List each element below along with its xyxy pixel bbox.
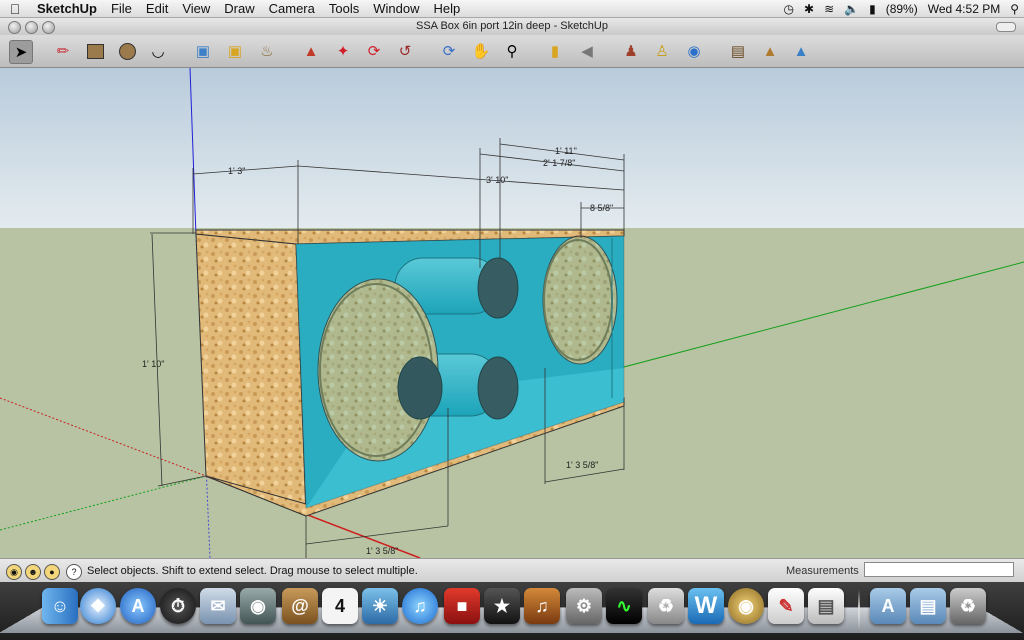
apple-menu-icon[interactable]:  (0, 1, 30, 17)
dim-bottom-right[interactable]: 1' 3 5/8" (566, 460, 598, 470)
itunes-icon[interactable]: ♫ (402, 588, 438, 624)
move-tool-icon[interactable]: ✦ (332, 40, 354, 62)
menu-file[interactable]: File (104, 0, 139, 17)
status-message: Select objects. Shift to extend select. … (87, 565, 418, 577)
measurements-input[interactable] (864, 562, 1014, 577)
orbit-tool-icon[interactable]: ⟳ (438, 40, 460, 62)
applications-folder-icon[interactable]: A (870, 588, 906, 624)
preview-icon[interactable]: ▤ (808, 588, 844, 624)
toolbar-toggle-button[interactable] (996, 22, 1016, 32)
mail-icon[interactable]: ✉ (200, 588, 236, 624)
menu-app-name[interactable]: SketchUp (30, 0, 104, 17)
finder-icon[interactable]: ☺ (42, 588, 78, 624)
main-toolbar: ➤ ✏ ◡ ▣ ▣ ♨ ▲ ✦ ⟳ ↺ ⟳ ✋ ⚲ ▮ ◀ ♟ ♙ ◉ ▤ ▲ … (0, 35, 1024, 68)
menu-extras: ◷ ✱ ≋ 🔈 ▮ (89%) Wed 4:52 PM ⚲ (779, 0, 1024, 17)
pan-tool-icon[interactable]: ✋ (470, 40, 492, 62)
dock-separator (858, 590, 860, 630)
dvd-player-icon[interactable]: ◉ (728, 588, 764, 624)
dim-right-a[interactable]: 1' 11" (555, 146, 577, 156)
dim-bottom-left[interactable]: 1' 3 5/8" (366, 546, 398, 556)
activity-monitor-icon[interactable]: ∿ (606, 588, 642, 624)
position-camera-tool-icon[interactable]: ♟ (620, 40, 642, 62)
iphoto-icon[interactable]: ☀ (362, 588, 398, 624)
clock[interactable]: Wed 4:52 PM (923, 2, 1005, 16)
user-icon[interactable]: ● (44, 564, 60, 580)
documents-folder-icon[interactable]: ▤ (910, 588, 946, 624)
imovie-icon[interactable]: ★ (484, 588, 520, 624)
eraser-tool-icon[interactable]: ▣ (192, 40, 214, 62)
menu-view[interactable]: View (175, 0, 217, 17)
dim-right-b[interactable]: 2' 1 7/8" (543, 158, 575, 168)
circle-tool-icon[interactable] (116, 40, 138, 62)
bluetooth-icon[interactable]: ✱ (799, 2, 819, 16)
help-icon[interactable]: ? (66, 564, 82, 580)
scene-svg (0, 68, 1024, 558)
menu-camera[interactable]: Camera (262, 0, 322, 17)
tape-measure-tool-icon[interactable]: ▣ (224, 40, 246, 62)
walk-tool-icon[interactable]: ♙ (651, 40, 673, 62)
dim-depth-top[interactable]: 1' 3" (228, 166, 245, 176)
zoom-tool-icon[interactable]: ⚲ (501, 40, 523, 62)
select-tool-icon[interactable]: ➤ (9, 40, 33, 64)
credits-icon[interactable]: ☻ (25, 564, 41, 580)
sky-background (0, 68, 1024, 228)
arc-tool-icon[interactable]: ◡ (147, 40, 169, 62)
share-model-tool-icon[interactable]: ▲ (790, 40, 812, 62)
modeling-viewport[interactable]: 1' 3" 3' 10" 1' 11" 2' 1 7/8" 8 5/8" 1' … (0, 68, 1024, 558)
system-preferences-icon[interactable]: ⚙ (566, 588, 602, 624)
volume-icon[interactable]: 🔈 (839, 2, 864, 16)
dashboard-icon[interactable]: ⏱ (160, 588, 196, 624)
word-icon[interactable]: W (688, 588, 724, 624)
menu-tools[interactable]: Tools (322, 0, 366, 17)
offset-tool-icon[interactable]: ↺ (394, 40, 416, 62)
dim-right-c[interactable]: 8 5/8" (590, 203, 613, 213)
ical-icon[interactable]: 4 (322, 588, 358, 624)
components-tool-icon[interactable]: ▤ (727, 40, 749, 62)
time-machine-icon[interactable]: ◷ (779, 2, 799, 16)
battery-percent[interactable]: (89%) (881, 2, 923, 16)
address-book-icon[interactable]: @ (282, 588, 318, 624)
menu-window[interactable]: Window (366, 0, 426, 17)
textedit-icon[interactable]: ✎ (768, 588, 804, 624)
ical-date: 4 (334, 595, 345, 616)
box-side-panel[interactable] (195, 233, 307, 517)
paint-bucket-tool-icon[interactable]: ♨ (256, 40, 278, 62)
garageband-icon[interactable]: ♫ (524, 588, 560, 624)
photo-booth-icon[interactable]: ■ (444, 588, 480, 624)
dim-width-top[interactable]: 3' 10" (486, 175, 508, 185)
previous-view-tool-icon[interactable]: ◀ (576, 40, 598, 62)
look-around-tool-icon[interactable]: ◉ (683, 40, 705, 62)
menu-bar:  SketchUp File Edit View Draw Camera To… (0, 0, 1024, 18)
geo-location-icon[interactable]: ◉ (6, 564, 22, 580)
automator-icon[interactable]: ♻ (648, 588, 684, 624)
window-title-bar: SSA Box 6in port 12in deep - SketchUp (0, 18, 1024, 35)
push-pull-tool-icon[interactable]: ▲ (300, 40, 322, 62)
menu-draw[interactable]: Draw (217, 0, 261, 17)
rectangle-tool-icon[interactable] (84, 40, 106, 62)
safari-icon[interactable]: ❖ (80, 588, 116, 624)
zoom-extents-tool-icon[interactable]: ▮ (544, 40, 566, 62)
dock: ☺ ❖ A ⏱ ✉ ◉ @ 4 ☀ ♫ ■ ★ ♫ ⚙ ∿ ♻ W ◉ ✎ ▤ … (0, 582, 1024, 640)
dim-height[interactable]: 1' 10" (142, 359, 164, 369)
trash-icon[interactable]: ♻ (950, 588, 986, 624)
status-bar: ◉ ☻ ● ? Select objects. Shift to extend … (0, 558, 1024, 583)
battery-icon[interactable]: ▮ (864, 2, 881, 16)
wifi-icon[interactable]: ≋ (819, 2, 839, 16)
window-title: SSA Box 6in port 12in deep - SketchUp (415, 20, 608, 32)
facetime-icon[interactable]: ◉ (240, 588, 276, 624)
menu-edit[interactable]: Edit (139, 0, 175, 17)
spotlight-icon[interactable]: ⚲ (1005, 2, 1024, 16)
word-letter: W (694, 592, 718, 619)
pencil-tool-icon[interactable]: ✏ (52, 40, 74, 62)
rotate-tool-icon[interactable]: ⟳ (363, 40, 385, 62)
app-store-icon[interactable]: A (120, 588, 156, 624)
measurements-label: Measurements (786, 565, 859, 577)
get-models-tool-icon[interactable]: ▲ (759, 40, 781, 62)
menu-help[interactable]: Help (426, 0, 467, 17)
